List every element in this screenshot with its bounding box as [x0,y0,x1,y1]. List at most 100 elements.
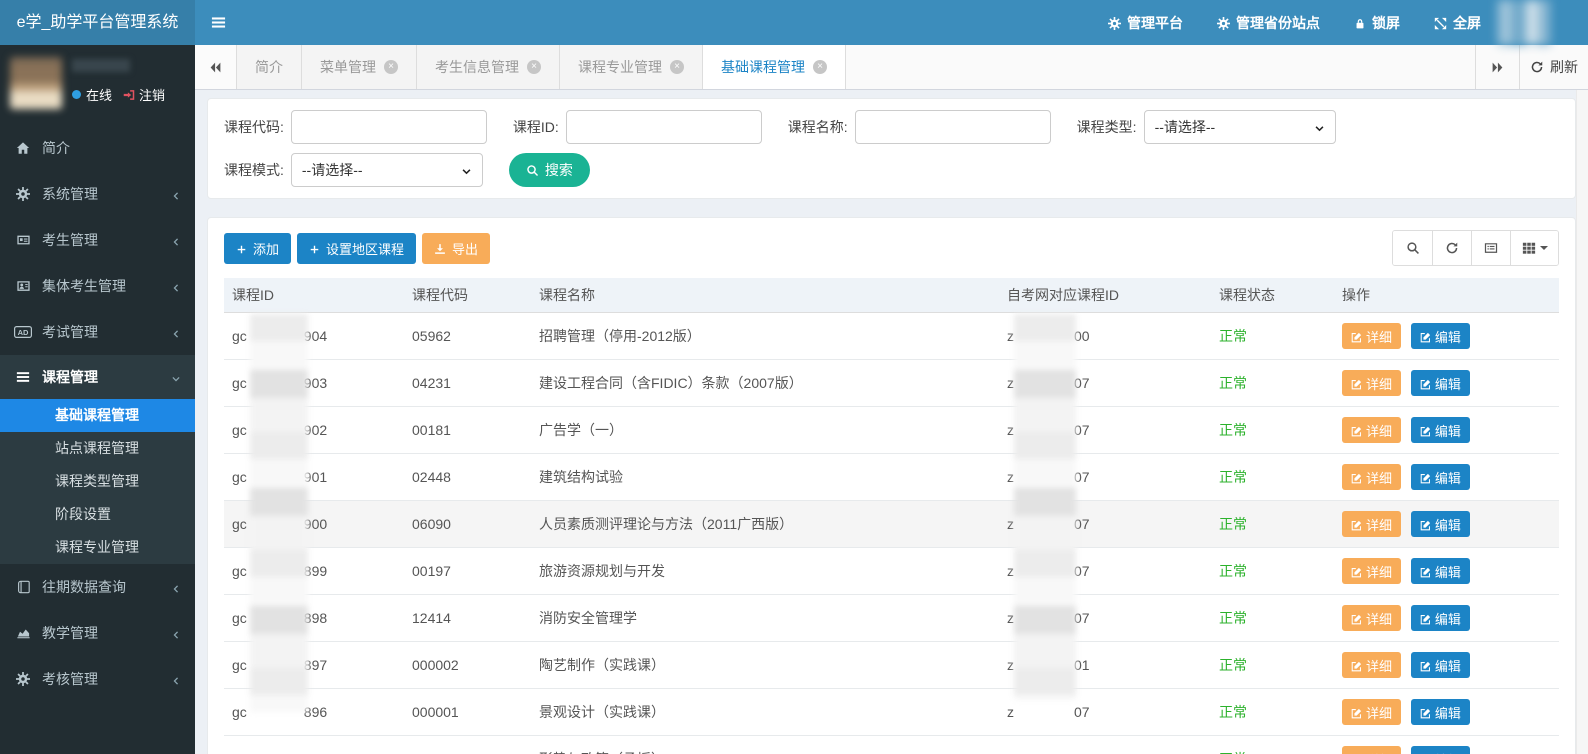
course-code-input[interactable] [291,110,487,144]
edit-button[interactable]: 编辑 [1411,464,1470,490]
chevron-left-icon [171,625,181,641]
edit-button[interactable]: 编辑 [1411,652,1470,678]
course-name-input[interactable] [855,110,1051,144]
course-code: 002009 [404,736,531,754]
course-type-select[interactable]: --请选择-- [1144,110,1336,144]
tab-base-course[interactable]: 基础课程管理 × [703,45,846,89]
detail-button[interactable]: 详细 [1342,558,1401,584]
detail-button-label: 详细 [1366,374,1392,393]
course-id-input[interactable] [566,110,762,144]
detail-button[interactable]: 详细 [1342,370,1401,396]
tabs-scroll-left-button[interactable] [195,45,237,89]
add-button[interactable]: 添加 [224,233,291,264]
close-icon[interactable]: × [670,60,684,74]
edit-button-label: 编辑 [1435,656,1461,675]
col-course-code[interactable]: 课程代码 [404,278,531,313]
course-code: 12414 [404,595,531,642]
hamburger-icon [211,15,226,31]
tab-intro[interactable]: 简介 [237,45,302,89]
edit-button[interactable]: 编辑 [1411,511,1470,537]
detail-button[interactable]: 详细 [1342,652,1401,678]
detail-button[interactable]: 详细 [1342,605,1401,631]
pencil-square-icon [1420,705,1431,720]
manage-platform-button[interactable]: 管理平台 [1091,0,1200,45]
course-mode-select[interactable]: --请选择-- [291,153,483,187]
export-button[interactable]: 导出 [422,233,490,264]
tab-menu-management[interactable]: 菜单管理 × [302,45,417,89]
detail-button[interactable]: 详细 [1342,746,1401,754]
submenu-item-base-course[interactable]: 基础课程管理 [0,399,195,432]
sidebar-item-history-data[interactable]: 往期数据查询 [0,564,195,610]
tab-examinee-info[interactable]: 考生信息管理 × [417,45,560,89]
submenu-item-course-type[interactable]: 课程类型管理 [0,465,195,498]
course-mode-value: --请选择-- [302,160,363,180]
edit-button[interactable]: 编辑 [1411,746,1470,754]
course-id-prefix: gc [232,469,247,485]
detail-button[interactable]: 详细 [1342,417,1401,443]
sidebar-item-group-examinee[interactable]: 集体考生管理 [0,263,195,309]
col-course-id[interactable]: 课程ID [224,278,404,313]
detail-button[interactable]: 详细 [1342,699,1401,725]
col-actions[interactable]: 操作 [1334,278,1559,313]
col-zk-course-id[interactable]: 自考网对应课程ID [999,278,1211,313]
manage-province-button[interactable]: 管理省份站点 [1200,0,1337,45]
course-id-label: 课程ID: [513,117,559,137]
detail-button[interactable]: 详细 [1342,464,1401,490]
course-code: 02448 [404,454,531,501]
set-region-course-button[interactable]: 设置地区课程 [297,233,416,264]
fullscreen-button[interactable]: 全屏 [1417,0,1498,45]
sidebar-item-course[interactable]: 课程管理 [0,355,195,399]
course-name: 建设工程合同（含FIDIC）条款（2007版） [531,360,999,407]
sidebar-item-assessment[interactable]: 考核管理 [0,656,195,702]
edit-button[interactable]: 编辑 [1411,323,1470,349]
address-book-icon [14,279,32,293]
avatar [10,57,62,109]
edit-button[interactable]: 编辑 [1411,370,1470,396]
col-course-status[interactable]: 课程状态 [1211,278,1334,313]
chevron-left-icon [171,232,181,248]
detail-button[interactable]: 详细 [1342,323,1401,349]
columns-button[interactable] [1510,231,1558,265]
close-icon[interactable]: × [384,60,398,74]
table-search-button[interactable] [1393,231,1432,265]
list-alt-icon [1484,241,1498,256]
course-name: 形势与政策（函授） [531,736,999,754]
grid-icon [1522,241,1536,256]
lock-screen-button[interactable]: 锁屏 [1337,0,1417,45]
sidebar-item-intro[interactable]: 简介 [0,125,195,171]
edit-button[interactable]: 编辑 [1411,699,1470,725]
sidebar-item-label: 考生管理 [42,230,98,250]
plus-icon [309,241,320,256]
sidebar-item-exam[interactable]: AD 考试管理 [0,309,195,355]
detail-button-label: 详细 [1366,703,1392,722]
submenu-item-stage-setting[interactable]: 阶段设置 [0,498,195,531]
refresh-tab-button[interactable]: 刷新 [1519,45,1588,89]
detail-button-label: 详细 [1366,327,1392,346]
table-refresh-button[interactable] [1432,231,1471,265]
manage-platform-label: 管理平台 [1127,13,1183,33]
logout-link[interactable]: 注销 [123,85,165,104]
submenu-item-site-course[interactable]: 站点课程管理 [0,432,195,465]
edit-button-label: 编辑 [1435,327,1461,346]
sidebar-item-label: 考试管理 [42,322,98,342]
close-icon[interactable]: × [527,60,541,74]
submenu-item-course-major[interactable]: 课程专业管理 [0,531,195,564]
tab-course-major[interactable]: 课程专业管理 × [560,45,703,89]
edit-button[interactable]: 编辑 [1411,605,1470,631]
edit-button[interactable]: 编辑 [1411,417,1470,443]
sidebar-item-examinee[interactable]: 考生管理 [0,217,195,263]
sidebar-toggle-button[interactable] [195,0,241,45]
search-button[interactable]: 搜索 [509,153,590,187]
toggle-view-button[interactable] [1471,231,1510,265]
detail-button[interactable]: 详细 [1342,511,1401,537]
tab-label: 简介 [255,57,283,77]
close-icon[interactable]: × [813,60,827,74]
sidebar-item-system[interactable]: 系统管理 [0,171,195,217]
edit-button[interactable]: 编辑 [1411,558,1470,584]
sidebar-item-teaching[interactable]: 教学管理 [0,610,195,656]
add-button-label: 添加 [253,239,279,258]
zk-id-suffix: 07 [1074,469,1090,485]
scrollbar[interactable] [1576,90,1588,754]
tabs-scroll-right-button[interactable] [1475,45,1519,89]
col-course-name[interactable]: 课程名称 [531,278,999,313]
